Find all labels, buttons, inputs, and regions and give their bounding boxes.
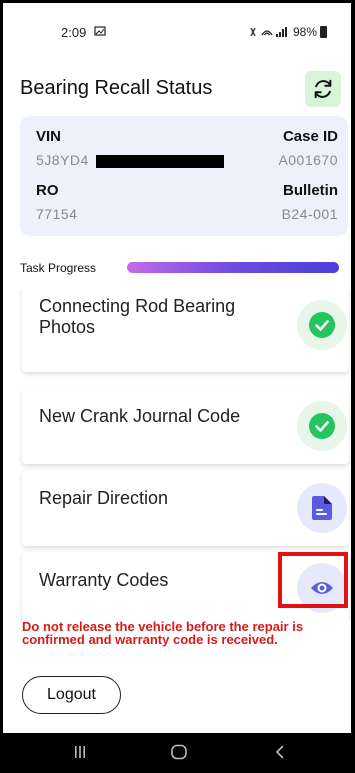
check-icon — [309, 312, 335, 338]
vehicle-info-card: VIN 5J8YD4 Case ID A001670 RO 77154 Bull… — [20, 116, 348, 236]
task-label: Repair Direction — [39, 488, 169, 508]
task-label: Connecting Rod Bearing Photos — [39, 296, 236, 337]
app-screen: 2:09 98% Bearing Recall Status VIN 5J8YD… — [3, 3, 351, 733]
task-card-repair-direction[interactable]: Repair Direction — [22, 470, 349, 546]
status-right: 98% — [250, 25, 327, 39]
vin-label: VIN — [36, 128, 62, 145]
signal-icon — [250, 27, 287, 37]
status-bar: 2:09 98% — [3, 3, 351, 61]
battery-icon — [320, 26, 327, 38]
task-document-button[interactable] — [297, 483, 347, 533]
check-icon — [309, 413, 335, 439]
task-label: New Crank Journal Code — [39, 406, 241, 426]
task-complete-button[interactable] — [297, 401, 347, 451]
status-time: 2:09 — [61, 25, 87, 40]
task-label: Warranty Codes — [39, 570, 169, 590]
recent-apps-icon[interactable] — [73, 743, 87, 761]
vin-redaction — [96, 155, 224, 168]
refresh-button[interactable] — [305, 71, 341, 107]
case-id-label: Case ID — [282, 128, 338, 145]
phone-frame: 2:09 98% Bearing Recall Status VIN 5J8YD… — [0, 0, 355, 773]
document-icon — [312, 496, 332, 520]
task-card-crank-journal-code[interactable]: New Crank Journal Code — [22, 388, 349, 464]
refresh-icon — [314, 79, 332, 99]
logout-button[interactable]: Logout — [22, 676, 121, 714]
task-card-rod-bearing-photos[interactable]: Connecting Rod Bearing Photos — [22, 290, 349, 372]
task-progress-fill — [127, 262, 339, 273]
home-icon[interactable] — [170, 743, 188, 761]
ro-value: 77154 — [36, 206, 78, 222]
task-complete-button[interactable] — [297, 300, 347, 350]
task-progress-bar — [127, 262, 339, 273]
release-warning: Do not release the vehicle before the re… — [22, 619, 304, 647]
page-title: Bearing Recall Status — [20, 77, 213, 99]
vin-value: 5J8YD4 — [36, 152, 89, 168]
ro-label: RO — [36, 182, 59, 199]
bulletin-value: B24-001 — [281, 206, 338, 222]
highlight-box — [278, 552, 348, 608]
image-icon — [94, 26, 106, 36]
battery-percent: 98% — [292, 25, 317, 39]
system-nav-bar — [0, 733, 355, 773]
back-icon[interactable] — [273, 743, 287, 761]
case-id-value: A001670 — [278, 152, 338, 168]
bulletin-label: Bulletin — [283, 182, 338, 199]
task-progress-label: Task Progress — [20, 261, 97, 275]
